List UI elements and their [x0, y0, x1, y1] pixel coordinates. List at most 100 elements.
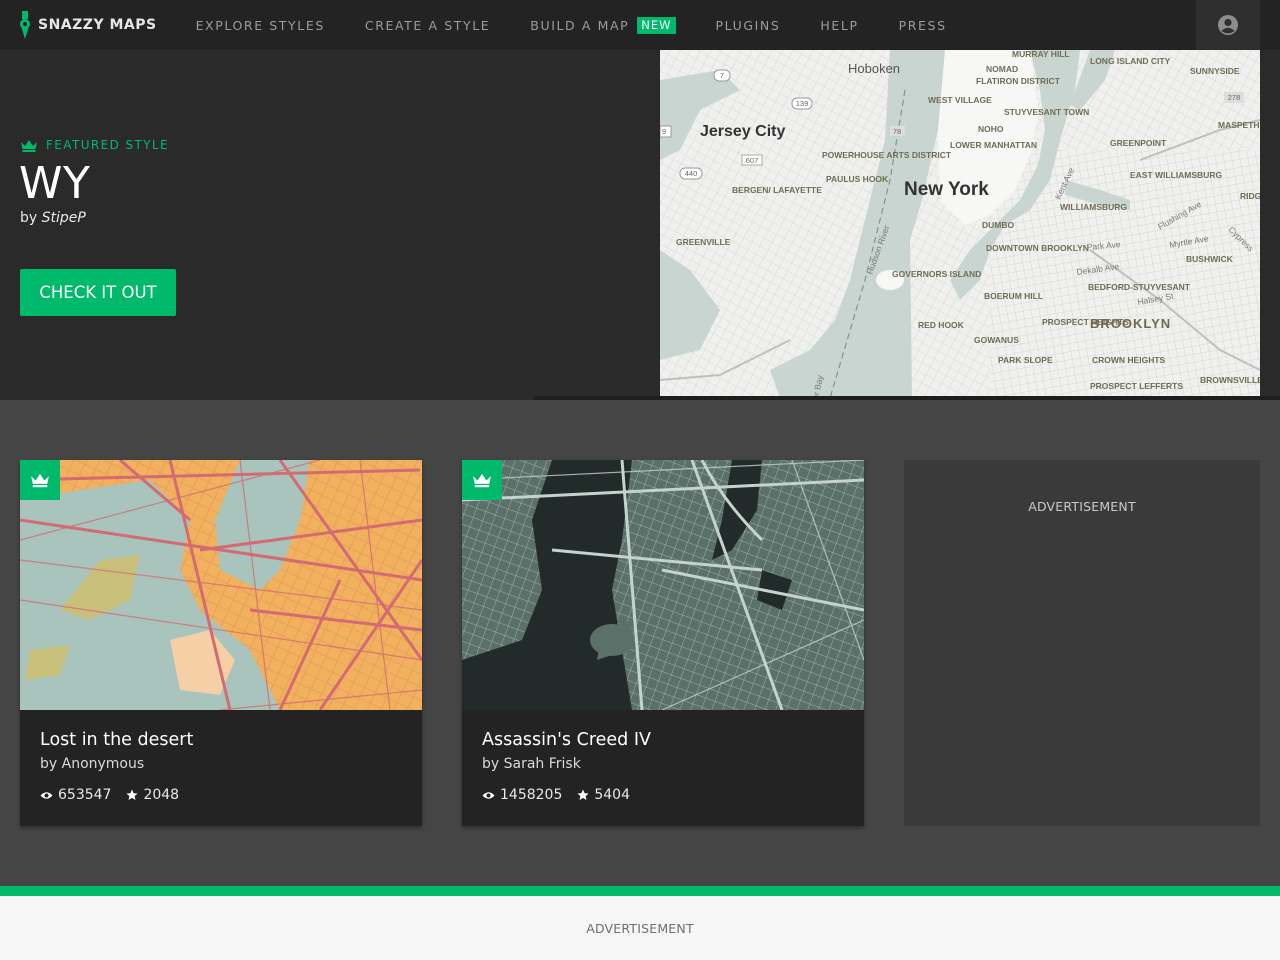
author-name[interactable]: StipeP — [42, 210, 86, 226]
style-stats: 1458205 5404 — [482, 787, 645, 803]
brand-logo[interactable]: SNAZZY MAPS — [20, 0, 157, 50]
map-preview-image: Hoboken Jersey City New York BROOKLYN MU… — [660, 50, 1260, 398]
map-label: DOWNTOWN BROOKLYN — [986, 243, 1089, 253]
map-label: New York — [904, 179, 989, 200]
featured-label-text: FEATURED STYLE — [46, 138, 169, 152]
nav-help[interactable]: HELP — [820, 18, 858, 33]
nav-plugins[interactable]: PLUGINS — [716, 18, 781, 33]
map-label: BUSHWICK — [1186, 254, 1234, 264]
eye-icon — [40, 791, 53, 799]
nav-label: EXPLORE STYLES — [195, 17, 325, 33]
featured-hero: FEATURED STYLE WY by StipeP CHECK IT OUT — [0, 50, 1280, 400]
brand-name: SNAZZY MAPS — [38, 17, 157, 33]
sidebar-advertisement[interactable]: ADVERTISEMENT — [904, 460, 1260, 826]
featured-badge — [462, 460, 502, 500]
map-label: BROWNSVILLE — [1200, 375, 1260, 385]
eye-icon — [482, 791, 495, 799]
style-stats: 653547 2048 — [40, 787, 194, 803]
nav-label: HELP — [820, 17, 859, 33]
star-icon — [577, 789, 589, 800]
nav-label: BUILD A MAP — [530, 17, 630, 33]
views-count: 653547 — [58, 787, 112, 803]
featured-map-preview[interactable]: Hoboken Jersey City New York BROOKLYN MU… — [660, 50, 1260, 398]
style-card[interactable]: Assassin's Creed IV by Sarah Frisk 14582… — [462, 460, 864, 826]
crown-icon — [473, 473, 491, 488]
map-label: PAULUS HOOK — [826, 174, 889, 184]
footer-advertisement[interactable]: ADVERTISEMENT — [0, 896, 1280, 960]
style-author[interactable]: by Sarah Frisk — [482, 756, 581, 772]
advertisement-label: ADVERTISEMENT — [586, 921, 694, 936]
map-label: PROSPECT HEIGHTS — [1042, 317, 1129, 327]
views-count: 1458205 — [500, 787, 563, 803]
featured-style-author: by StipeP — [20, 210, 86, 226]
map-label: BERGEN/ LAFAYETTE — [732, 185, 822, 195]
top-navbar: SNAZZY MAPS EXPLORE STYLES CREATE A STYL… — [0, 0, 1280, 50]
nav-menu: EXPLORE STYLES CREATE A STYLE BUILD A MA… — [196, 0, 987, 50]
nav-label: PRESS — [898, 17, 947, 33]
map-label: SUNNYSIDE — [1190, 66, 1240, 76]
nav-label: PLUGINS — [715, 17, 781, 33]
map-label: PARK SLOPE — [998, 355, 1053, 365]
style-author[interactable]: by Anonymous — [40, 756, 144, 772]
map-label: LONG ISLAND CITY — [1090, 56, 1171, 66]
nav-build-map[interactable]: BUILD A MAP NEW — [530, 16, 676, 34]
nav-explore-styles[interactable]: EXPLORE STYLES — [196, 18, 325, 33]
route-shield: 78 — [893, 127, 901, 136]
favorites-count: 5404 — [594, 787, 630, 803]
footer-accent-bar — [0, 886, 1280, 896]
map-label: WEST VILLAGE — [928, 95, 992, 105]
account-button[interactable] — [1196, 0, 1260, 50]
views-stat: 653547 — [40, 787, 111, 803]
nav-create-style[interactable]: CREATE A STYLE — [365, 18, 490, 33]
map-label: GREENPOINT — [1110, 138, 1167, 148]
style-card[interactable]: Lost in the desert by Anonymous 653547 2… — [20, 460, 422, 826]
map-thumbnail-image — [462, 460, 864, 710]
user-icon — [1218, 15, 1238, 35]
route-shield: 139 — [796, 99, 809, 108]
route-shield: 607 — [746, 156, 759, 165]
map-label: GREENVILLE — [676, 237, 731, 247]
map-label: RIDG — [1240, 191, 1260, 201]
map-label: MURRAY HILL — [1012, 50, 1070, 59]
map-label: NOMAD — [986, 64, 1018, 74]
map-label: EAST WILLIAMSBURG — [1130, 170, 1222, 180]
map-label: DUMBO — [982, 220, 1014, 230]
hero-bottom-shadow — [534, 396, 1280, 400]
map-label: STUYVESANT TOWN — [1004, 107, 1089, 117]
map-label: LOWER MANHATTAN — [950, 140, 1037, 150]
by-label: by — [20, 210, 38, 226]
map-label: FLATIRON DISTRICT — [976, 76, 1061, 86]
style-thumbnail[interactable] — [20, 460, 422, 710]
map-thumbnail-image — [20, 460, 422, 710]
map-label: CROWN HEIGHTS — [1092, 355, 1166, 365]
route-shield: 278 — [1228, 93, 1241, 102]
featured-style-label: FEATURED STYLE — [20, 138, 169, 152]
nav-label: CREATE A STYLE — [364, 17, 491, 33]
nav-press[interactable]: PRESS — [899, 18, 947, 33]
crown-icon — [31, 473, 49, 488]
favorites-stat: 5404 — [577, 787, 630, 803]
map-label: PROSPECT LEFFERTS — [1090, 381, 1183, 391]
route-shield: 9 — [662, 127, 666, 136]
featured-badge — [20, 460, 60, 500]
map-label: MASPETH — [1218, 120, 1260, 130]
map-label: NOHO — [978, 124, 1004, 134]
map-pin-icon — [20, 11, 30, 39]
style-title[interactable]: Lost in the desert — [40, 730, 193, 750]
map-label: BOERUM HILL — [984, 291, 1043, 301]
views-stat: 1458205 — [482, 787, 562, 803]
advertisement-label: ADVERTISEMENT — [1028, 499, 1136, 514]
favorites-stat: 2048 — [126, 787, 179, 803]
style-thumbnail[interactable] — [462, 460, 864, 710]
map-label: Jersey City — [700, 123, 785, 140]
route-shield: 7 — [720, 71, 724, 80]
favorites-count: 2048 — [143, 787, 180, 803]
map-label: GOVERNORS ISLAND — [892, 269, 981, 279]
map-label: BEDFORD-STUYVESANT — [1088, 282, 1191, 292]
style-title[interactable]: Assassin's Creed IV — [482, 730, 651, 750]
new-badge: NEW — [637, 16, 676, 34]
star-icon — [126, 789, 139, 800]
featured-style-title[interactable]: WY — [19, 158, 90, 209]
check-it-out-button[interactable]: CHECK IT OUT — [20, 269, 176, 316]
map-label: GOWANUS — [974, 335, 1019, 345]
